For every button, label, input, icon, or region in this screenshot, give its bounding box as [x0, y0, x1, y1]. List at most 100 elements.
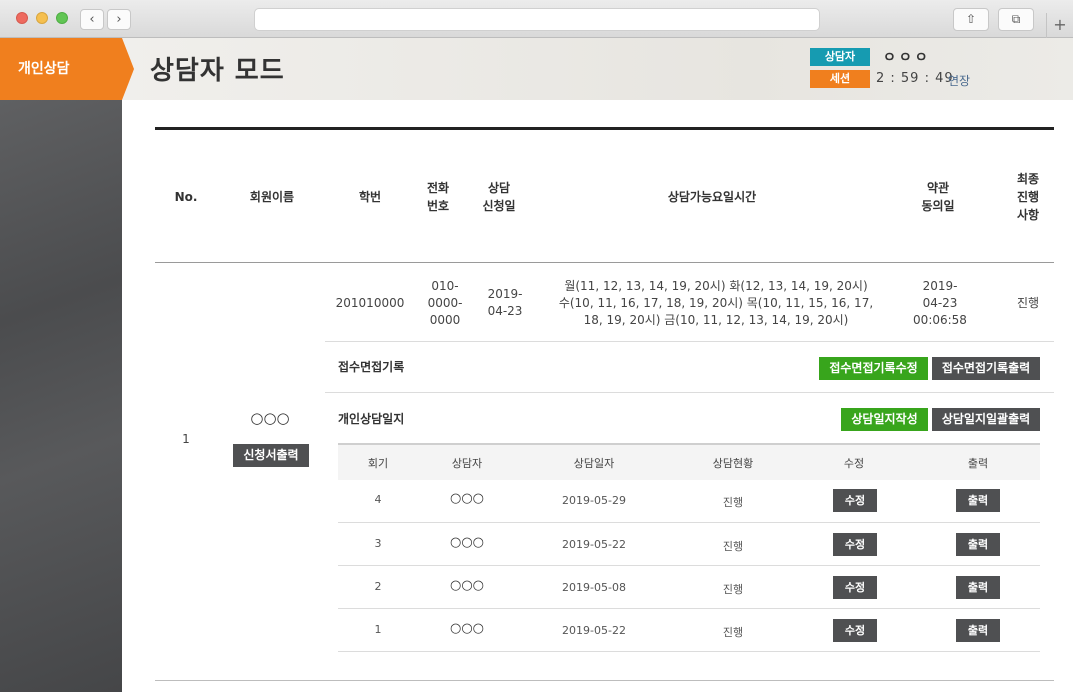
- journal-print-button[interactable]: 출력: [956, 533, 1000, 556]
- address-bar[interactable]: [254, 8, 820, 31]
- journal-row-status: 진행: [722, 626, 744, 639]
- header-final-status-line2: 진행: [1016, 190, 1040, 204]
- row-agreement-date-line2: 04-23: [922, 296, 958, 310]
- journal-header-counselor: 상담자: [451, 457, 483, 470]
- journal-header-edit: 수정: [843, 457, 865, 470]
- info-divider: [325, 341, 1054, 342]
- header-request-date-line2: 신청일: [482, 199, 516, 213]
- plus-icon: +: [1053, 15, 1067, 34]
- extend-session-link[interactable]: 연장: [948, 72, 970, 89]
- forward-button[interactable]: ›: [107, 9, 131, 30]
- header-request-date: 상담 신청일: [472, 179, 526, 215]
- row-agreement-date: 2019- 04-23 00:06:58: [904, 278, 976, 329]
- row-request-date: 2019- 04-23: [479, 286, 531, 320]
- journal-print-button[interactable]: 출력: [956, 576, 1000, 599]
- session-timer: 2 : 59 : 49: [876, 71, 954, 86]
- journal-row-session: 4: [374, 493, 382, 506]
- journal-row-divider: [338, 651, 1040, 652]
- journal-edit-button[interactable]: 수정: [833, 489, 877, 512]
- print-application-button[interactable]: 신청서출력: [233, 444, 309, 467]
- journal-row-counselor: ○○○: [449, 578, 485, 593]
- journal-header-status: 상담현황: [712, 457, 754, 470]
- counselor-badge: 상담자: [810, 48, 870, 66]
- window-zoom-button[interactable]: [56, 12, 68, 24]
- journal-row-status: 진행: [722, 496, 744, 509]
- row-request-date-line2: 04-23: [487, 304, 523, 318]
- journal-row-date: 2019-05-29: [562, 494, 626, 507]
- table-bottom-border: [155, 680, 1054, 681]
- header-available-time: 상담가능요일시간: [667, 190, 757, 204]
- intake-edit-button[interactable]: 접수면접기록수정: [819, 357, 928, 380]
- browser-toolbar: ‹ › ⇧ ⧉ +: [0, 0, 1073, 38]
- share-button[interactable]: ⇧: [953, 8, 989, 31]
- journal-print-button[interactable]: 출력: [956, 619, 1000, 642]
- journal-header-date: 상담일자: [573, 457, 615, 470]
- journal-row-counselor: ○○○: [449, 535, 485, 550]
- back-button[interactable]: ‹: [80, 9, 104, 30]
- window-minimize-button[interactable]: [36, 12, 48, 24]
- journal-write-button[interactable]: 상담일지작성: [841, 408, 928, 431]
- sidebar: [0, 100, 122, 692]
- row-no: 1: [182, 432, 190, 446]
- header-member-name: 회원이름: [249, 190, 295, 204]
- counselor-name: ㅇㅇㅇ: [883, 50, 931, 66]
- chevron-right-icon: ›: [116, 12, 122, 27]
- journal-header-session: 회기: [367, 457, 389, 470]
- page-title: 상담자 모드: [150, 56, 285, 86]
- table-top-border: [155, 127, 1054, 130]
- header-agreement-date-line1: 약관: [926, 181, 950, 195]
- intake-record-label: 접수면접기록: [338, 360, 405, 374]
- header-final-status-line3: 사항: [1016, 208, 1040, 222]
- journal-header-print: 출력: [967, 457, 989, 470]
- intake-print-button[interactable]: 접수면접기록출력: [932, 357, 1040, 380]
- journal-row-counselor: ○○○: [449, 491, 485, 506]
- row-available-time: 월(11, 12, 13, 14, 19, 20시) 화(12, 13, 14,…: [556, 278, 876, 329]
- journal-print-all-button[interactable]: 상담일지일괄출력: [932, 408, 1040, 431]
- tabs-button[interactable]: ⧉: [998, 8, 1034, 31]
- row-member-name: ○○○: [250, 409, 290, 427]
- header-no: No.: [174, 190, 198, 204]
- header-agreement-date: 약관 동의일: [910, 179, 966, 215]
- intake-divider: [325, 392, 1054, 393]
- journal-row-status: 진행: [722, 583, 744, 596]
- journal-row-date: 2019-05-08: [562, 581, 626, 594]
- header-phone: 전화 번호: [418, 179, 458, 215]
- header-phone-line2: 번호: [426, 199, 450, 213]
- session-badge: 세션: [810, 70, 870, 88]
- row-agreement-date-line3: 00:06:58: [913, 313, 967, 327]
- header-agreement-date-line2: 동의일: [921, 199, 955, 213]
- tabs-icon: ⧉: [1011, 12, 1021, 26]
- row-available-time-line1: 월(11, 12, 13, 14, 19, 20시) 화(12, 13, 14,…: [564, 279, 868, 293]
- journal-edit-button[interactable]: 수정: [833, 619, 877, 642]
- row-phone: 010- 0000- 0000: [418, 278, 472, 329]
- row-available-time-line3: 18, 19, 20시) 금(10, 11, 12, 13, 14, 19, 2…: [583, 313, 849, 327]
- header-final-status-line1: 최종: [1016, 172, 1040, 186]
- journal-row-date: 2019-05-22: [562, 624, 626, 637]
- journal-print-button[interactable]: 출력: [956, 489, 1000, 512]
- row-final-status: 진행: [1016, 296, 1040, 310]
- row-phone-line1: 010-: [431, 279, 459, 293]
- journal-edit-button[interactable]: 수정: [833, 576, 877, 599]
- row-available-time-line2: 수(10, 11, 16, 17, 18, 19, 20시) 목(10, 11,…: [558, 296, 874, 310]
- header-final-status: 최종 진행 사항: [1008, 170, 1048, 224]
- row-phone-line3: 0000: [429, 313, 461, 327]
- journal-row-date: 2019-05-22: [562, 538, 626, 551]
- share-icon: ⇧: [965, 12, 977, 26]
- header-phone-line1: 전화: [426, 181, 450, 195]
- section-tab-arrow: [122, 38, 134, 100]
- row-student-id: 201010000: [335, 296, 405, 310]
- journal-row-session: 1: [374, 623, 382, 636]
- new-tab-button[interactable]: +: [1046, 13, 1073, 38]
- header-student-id: 학번: [358, 190, 382, 204]
- row-request-date-line1: 2019-: [487, 287, 523, 301]
- journal-row-divider: [338, 522, 1040, 523]
- window-close-button[interactable]: [16, 12, 28, 24]
- row-phone-line2: 0000-: [427, 296, 463, 310]
- journal-edit-button[interactable]: 수정: [833, 533, 877, 556]
- journal-row-counselor: ○○○: [449, 621, 485, 636]
- journal-row-session: 2: [374, 580, 382, 593]
- header-divider: [155, 262, 1054, 263]
- journal-label: 개인상담일지: [338, 412, 405, 426]
- header-request-date-line1: 상담: [487, 181, 511, 195]
- journal-row-divider: [338, 608, 1040, 609]
